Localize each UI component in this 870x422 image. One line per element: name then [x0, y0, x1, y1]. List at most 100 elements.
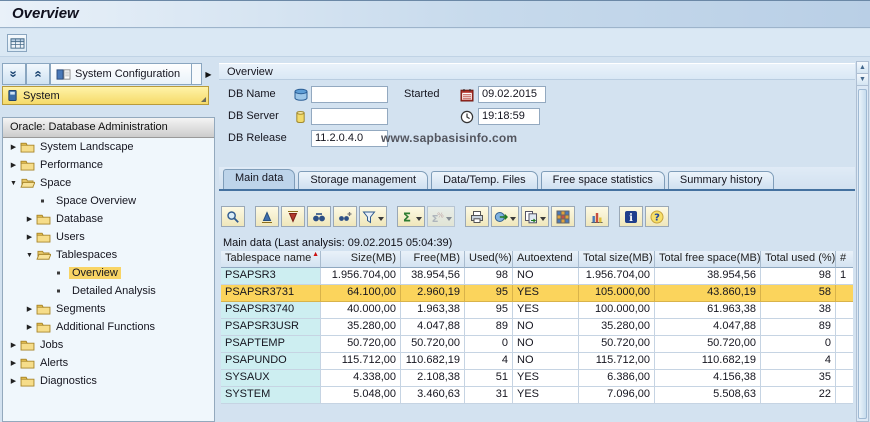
tab-system-configuration[interactable]: System Configuration [50, 63, 192, 85]
binoculars-icon [312, 210, 326, 224]
column-header-total-free-space-mb[interactable]: Total free space(MB) [655, 251, 761, 268]
tab-storage-management[interactable]: Storage management [298, 171, 429, 189]
column-header-size-mb[interactable]: Size(MB) [321, 251, 401, 268]
scrollbar-thumb[interactable] [858, 89, 867, 419]
table-row-system[interactable]: SYSTEM 5.048,00 3.460,63 31 YES 7.096,00 5.508… [221, 387, 853, 404]
column-header-used[interactable]: Used(%) [465, 251, 513, 268]
total-button[interactable]: Σ [397, 206, 425, 227]
svg-text:%: % [437, 211, 444, 219]
started-time-field[interactable]: 19:18:59 [478, 108, 540, 125]
scroll-down-button[interactable]: ▼ [857, 74, 868, 86]
tree-item-system-landscape[interactable]: ▶ System Landscape [3, 138, 214, 156]
set-filter-button[interactable] [359, 206, 387, 227]
tab-stub[interactable] [192, 63, 202, 85]
db-server-row: DB Server 19:18:59 [219, 107, 855, 127]
tree-item-overview[interactable]: Overview [3, 264, 214, 282]
sort-ascending-icon: ▲ [312, 251, 319, 258]
table-row-psapsr3731[interactable]: PSAPSR3731 64.100,00 2.960,19 95 YES 105.000,… [221, 285, 853, 302]
tree-item-space-overview[interactable]: Space Overview [3, 192, 214, 210]
help-button[interactable]: ? [645, 206, 669, 227]
db-server-field[interactable] [311, 108, 388, 125]
arrow-expanded-icon[interactable]: ▼ [7, 180, 20, 187]
tree-item-tablespaces[interactable]: ▼ Tablespaces [3, 246, 214, 264]
arrow-collapsed-icon[interactable]: ▶ [7, 341, 20, 349]
arrow-collapsed-icon[interactable]: ▶ [7, 143, 20, 151]
tree-item-segments[interactable]: ▶ Segments [3, 300, 214, 318]
system-selector[interactable]: System [2, 86, 209, 105]
folder-icon [36, 321, 53, 333]
arrow-collapsed-icon[interactable]: ▶ [23, 323, 36, 331]
tab-free-space-statistics[interactable]: Free space statistics [540, 171, 665, 189]
tree-item-users[interactable]: ▶ Users [3, 228, 214, 246]
tree-item-diagnostics[interactable]: ▶ Diagnostics [3, 372, 214, 390]
expand-all-button[interactable]: » [26, 63, 50, 85]
arrow-collapsed-icon[interactable]: ▶ [23, 215, 36, 223]
table-row-sysaux[interactable]: SYSAUX 4.338,00 2.108,38 51 YES 6.386,00 4.156… [221, 370, 853, 387]
subtotal-button: Σ% [427, 206, 455, 227]
column-header-autoextend[interactable]: Autoextend [513, 251, 579, 268]
graphic-button[interactable] [585, 206, 609, 227]
tree-item-label: Overview [69, 267, 121, 279]
collapse-all-button[interactable]: » [2, 63, 26, 85]
db-release-field[interactable]: 11.2.0.4.0 [311, 130, 388, 147]
sort-ascending-button[interactable] [255, 206, 279, 227]
tree-item-database[interactable]: ▶ Database [3, 210, 214, 228]
table-row-psapsr3740[interactable]: PSAPSR3740 40.000,00 1.963,38 95 YES 100.000,… [221, 302, 853, 319]
started-date-field[interactable]: 09.02.2015 [478, 86, 546, 103]
info-button[interactable]: i [619, 206, 643, 227]
send-button[interactable] [521, 206, 549, 227]
table-view-button[interactable] [7, 34, 27, 52]
table-row-psapundo[interactable]: PSAPUNDO 115.712,00 110.682,19 4 NO 115.712,0… [221, 353, 853, 370]
folder-icon [36, 303, 53, 315]
tree-item-performance[interactable]: ▶ Performance [3, 156, 214, 174]
db-name-field[interactable] [311, 86, 388, 103]
column-header-[interactable]: # [836, 251, 853, 268]
column-header-tablespace-name[interactable]: Tablespace name ▲ [221, 251, 321, 268]
details-button[interactable] [221, 206, 245, 227]
arrow-collapsed-icon[interactable]: ▶ [23, 305, 36, 313]
tab-main-data[interactable]: Main data [223, 169, 296, 189]
sort-descending-button[interactable] [281, 206, 305, 227]
arrow-collapsed-icon[interactable]: ▶ [7, 377, 20, 385]
tab-data-temp-files[interactable]: Data/Temp. Files [431, 171, 538, 189]
choose-layout-button[interactable] [551, 206, 575, 227]
arrow-collapsed-icon[interactable]: ▶ [23, 233, 36, 241]
scroll-tabs-right-button[interactable]: ▶ [202, 63, 215, 85]
calendar-icon [460, 87, 476, 102]
magnifier-icon [226, 210, 240, 224]
find-next-button[interactable] [333, 206, 357, 227]
print-button[interactable] [465, 206, 489, 227]
tree-item-alerts[interactable]: ▶ Alerts [3, 354, 214, 372]
tree-item-jobs[interactable]: ▶ Jobs [3, 336, 214, 354]
arrow-collapsed-icon[interactable]: ▶ [7, 161, 20, 169]
folder-open-icon [36, 249, 53, 261]
scroll-up-button[interactable]: ▲ [857, 62, 868, 74]
svg-text:Σ: Σ [403, 210, 411, 224]
vertical-scrollbar[interactable]: ▲ ▼ [856, 61, 869, 422]
table-caption: Main data (Last analysis: 09.02.2015 05:… [223, 237, 453, 249]
help-icon: ? [650, 210, 664, 224]
column-header-total-size-mb[interactable]: Total size(MB) [579, 251, 655, 268]
tree-item-space[interactable]: ▼ Space [3, 174, 214, 192]
tree-item-label: Diagnostics [40, 375, 97, 387]
arrow-expanded-icon[interactable]: ▼ [23, 252, 36, 259]
find-button[interactable] [307, 206, 331, 227]
sigma-icon: Σ [400, 210, 414, 224]
tree-item-label: Space [40, 177, 72, 189]
tab-strip: Main data Storage management Data/Temp. Fi… [219, 167, 855, 189]
svg-text:?: ? [654, 212, 660, 223]
tree-item-detailed-analysis[interactable]: Detailed Analysis [3, 282, 214, 300]
export-button[interactable] [491, 206, 519, 227]
tree-item-label: System Landscape [40, 141, 134, 153]
tree-item-label: Database [56, 213, 104, 225]
table-row-psaptemp[interactable]: PSAPTEMP 50.720,00 50.720,00 0 NO 50.720,00 50… [221, 336, 853, 353]
tree-item-additional-functions[interactable]: ▶ Additional Functions [3, 318, 214, 336]
table-row-psapsr3[interactable]: PSAPSR3 1.956.704,00 38.954,56 98 NO 1.956.70… [221, 268, 853, 285]
folder-icon [20, 141, 37, 153]
arrow-collapsed-icon[interactable]: ▶ [7, 359, 20, 367]
tab-summary-history[interactable]: Summary history [667, 171, 775, 189]
table-row-psapsr3usr[interactable]: PSAPSR3USR 35.280,00 4.047,88 89 NO 35.280,00… [221, 319, 853, 336]
group-title: Overview [219, 63, 855, 80]
column-header-total-used[interactable]: Total used (%) [761, 251, 836, 268]
column-header-free-mb[interactable]: Free(MB) [401, 251, 465, 268]
